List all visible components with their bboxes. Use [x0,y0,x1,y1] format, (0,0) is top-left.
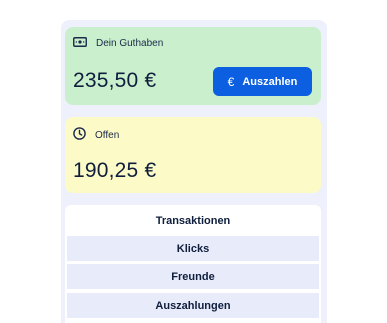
payout-button[interactable]: € Auszahlen [213,67,312,96]
clock-icon [73,127,86,143]
tab-transaktionen[interactable]: Transaktionen [67,208,319,233]
tab-klicks[interactable]: Klicks [67,236,319,261]
balance-amount: 235,50 € [73,69,157,92]
euro-icon: € [227,74,235,89]
banknote-icon [73,37,87,50]
balance-label: Dein Guthaben [96,38,164,49]
open-card-header: Offen [73,127,119,143]
balance-card-header: Dein Guthaben [73,37,163,50]
tab-auszahlungen[interactable]: Auszahlungen [67,293,319,318]
payout-button-label: Auszahlen [242,75,298,88]
open-label: Offen [95,129,120,141]
open-amount: 190,25 € [73,159,157,182]
open-card: Offen 190,25 € [65,117,321,193]
tab-list: Transaktionen Klicks Freunde Auszahlunge… [65,205,321,323]
tab-freunde[interactable]: Freunde [67,264,319,289]
wallet-panel: Dein Guthaben 235,50 € € Auszahlen Offen… [61,20,327,323]
balance-card: Dein Guthaben 235,50 € € Auszahlen [65,27,321,105]
